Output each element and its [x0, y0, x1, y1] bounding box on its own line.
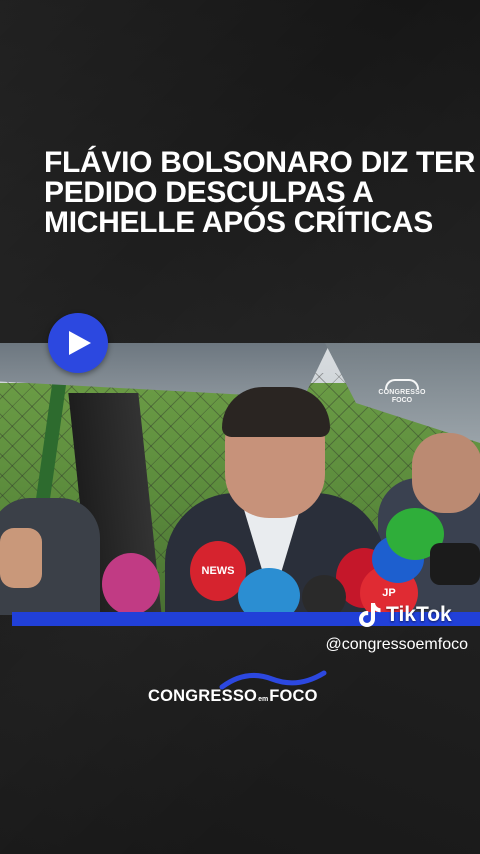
mic-label-jp: JP — [382, 587, 396, 599]
phone-recording — [430, 543, 480, 585]
tiktok-label: TikTok — [386, 603, 452, 626]
person-left-hand — [0, 528, 42, 588]
logo-text: CONGRESSO em FOCO — [148, 687, 338, 706]
mic-label-news: NEWS — [201, 565, 235, 577]
speaker-hair — [222, 387, 330, 437]
tiktok-icon — [359, 603, 381, 627]
headline-line-2: PEDIDO DESCULPAS A — [44, 176, 374, 209]
logo-part-1: CONGRESSO — [148, 687, 258, 705]
watermark-arc-icon — [385, 379, 419, 389]
play-icon — [69, 331, 91, 355]
video-frame[interactable]: NEWS JP CONGRESSO FOCO — [0, 343, 480, 615]
headline-line-1: FLÁVIO BOLSONARO DIZ TER — [44, 146, 476, 179]
logo-part-2: em — [258, 696, 269, 703]
watermark-line-1: CONGRESSO — [378, 389, 426, 396]
logo-part-3: FOCO — [269, 687, 318, 705]
play-button[interactable] — [48, 313, 108, 373]
video-watermark: CONGRESSO FOCO — [374, 379, 430, 405]
tiktok-watermark: TikTok — [356, 600, 452, 630]
person-right-head — [412, 433, 480, 513]
account-handle: @congressoemfoco — [325, 636, 468, 653]
microphone-pink — [102, 553, 160, 615]
microphone-black — [302, 575, 346, 615]
watermark-line-2: FOCO — [391, 397, 413, 404]
headline: FLÁVIO BOLSONARO DIZ TER PEDIDO DESCULPA… — [44, 146, 476, 239]
headline-line-3: MICHELLE APÓS CRÍTICAS — [44, 206, 433, 239]
microphone-blue — [238, 568, 300, 615]
brand-logo: CONGRESSO em FOCO — [148, 667, 338, 709]
